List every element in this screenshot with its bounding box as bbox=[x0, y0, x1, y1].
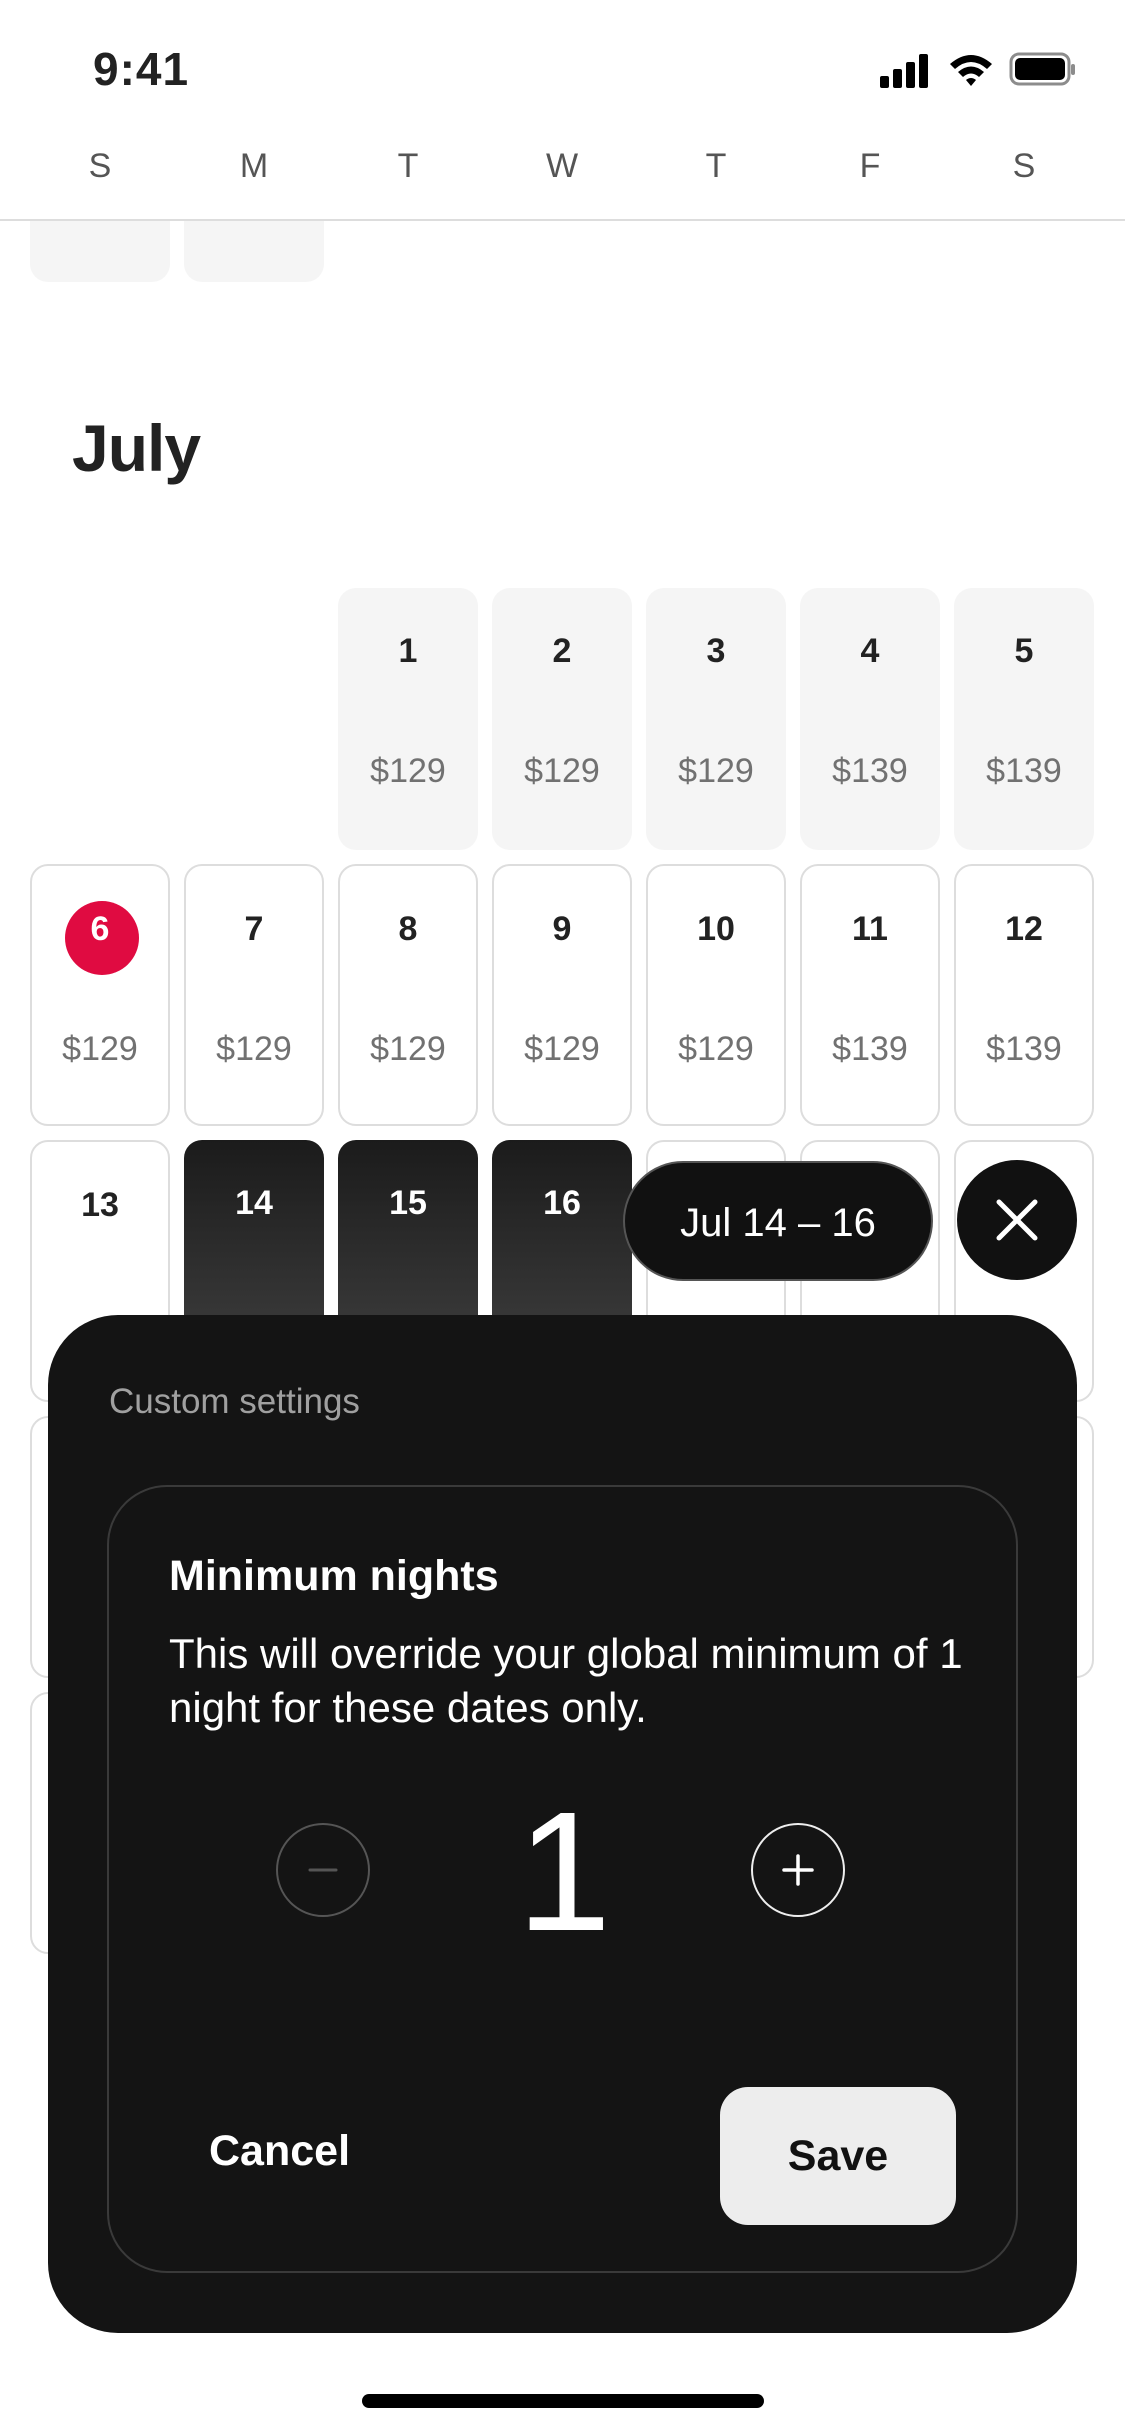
day-price: $129 bbox=[62, 1030, 138, 1068]
minimum-nights-card: Minimum nights This will override your g… bbox=[107, 1485, 1018, 2273]
day-number: 8 bbox=[398, 910, 418, 948]
cancel-button[interactable]: Cancel bbox=[209, 2127, 350, 2176]
weekday-label: T bbox=[705, 147, 727, 185]
calendar-day[interactable]: 7 $129 bbox=[184, 864, 324, 1126]
save-button[interactable]: Save bbox=[720, 2087, 956, 2225]
day-number: 14 bbox=[235, 1184, 273, 1222]
battery-icon bbox=[1009, 52, 1075, 86]
weekday-label: F bbox=[859, 147, 881, 185]
day-price: $139 bbox=[986, 1030, 1062, 1068]
calendar-day[interactable]: 4 $139 bbox=[800, 588, 940, 850]
weekday-label: T bbox=[397, 147, 419, 185]
day-price: $129 bbox=[370, 752, 446, 790]
wifi-icon bbox=[950, 55, 992, 86]
day-price: $129 bbox=[216, 1030, 292, 1068]
day-price: $129 bbox=[370, 1030, 446, 1068]
calendar-day[interactable]: 1 $129 bbox=[338, 588, 478, 850]
day-price: $129 bbox=[524, 1030, 600, 1068]
close-selection-button[interactable] bbox=[957, 1160, 1077, 1280]
sheet-title: Custom settings bbox=[109, 1382, 360, 1421]
day-number: 4 bbox=[860, 632, 880, 670]
day-number: 16 bbox=[543, 1184, 581, 1222]
day-price: $129 bbox=[678, 752, 754, 790]
signal-icon bbox=[880, 54, 928, 88]
calendar-day-today[interactable]: 6 $129 bbox=[30, 864, 170, 1126]
day-price: $139 bbox=[986, 752, 1062, 790]
calendar-day[interactable]: 2 $129 bbox=[492, 588, 632, 850]
custom-settings-sheet: Custom settings Minimum nights This will… bbox=[48, 1315, 1077, 2333]
increment-nights-button[interactable] bbox=[751, 1823, 845, 1917]
minimum-nights-value: 1 bbox=[516, 1777, 612, 1967]
day-number: 13 bbox=[81, 1186, 119, 1224]
day-price: $139 bbox=[832, 752, 908, 790]
calendar-day[interactable]: 3 $129 bbox=[646, 588, 786, 850]
minus-icon bbox=[308, 1868, 338, 1872]
selected-dates-pill[interactable]: Jul 14 – 16 bbox=[623, 1161, 933, 1281]
status-time: 9:41 bbox=[93, 43, 190, 95]
day-number: 3 bbox=[706, 632, 726, 670]
home-indicator[interactable] bbox=[362, 2394, 764, 2408]
minimum-nights-description: This will override your global minimum o… bbox=[169, 1630, 963, 1731]
status-icons bbox=[878, 50, 1078, 95]
day-number: 7 bbox=[244, 910, 264, 948]
calendar-day[interactable]: 5 $139 bbox=[954, 588, 1094, 850]
day-number: 10 bbox=[697, 910, 735, 948]
day-number: 9 bbox=[552, 910, 572, 948]
weekday-label: W bbox=[545, 147, 579, 185]
calendar-day[interactable]: 8 $129 bbox=[338, 864, 478, 1126]
plus-icon bbox=[782, 1854, 814, 1886]
day-price: $129 bbox=[524, 752, 600, 790]
weekday-header: S M T W T F S bbox=[0, 135, 1125, 221]
day-number: 5 bbox=[1014, 632, 1034, 670]
calendar-day[interactable]: 10 $129 bbox=[646, 864, 786, 1126]
calendar-day[interactable]: 11 $139 bbox=[800, 864, 940, 1126]
day-number: 6 bbox=[90, 910, 110, 948]
close-icon bbox=[996, 1199, 1038, 1241]
day-number: 11 bbox=[852, 910, 888, 948]
minimum-nights-title: Minimum nights bbox=[169, 1552, 499, 1600]
day-number: 12 bbox=[1005, 910, 1043, 948]
day-price: $129 bbox=[678, 1030, 754, 1068]
calendar-day[interactable]: 9 $129 bbox=[492, 864, 632, 1126]
weekday-label: M bbox=[239, 147, 269, 185]
day-price: $139 bbox=[832, 1030, 908, 1068]
day-number: 15 bbox=[389, 1184, 427, 1222]
day-number: 1 bbox=[398, 632, 418, 670]
decrement-nights-button[interactable] bbox=[276, 1823, 370, 1917]
month-title: July bbox=[72, 411, 201, 485]
weekday-label: S bbox=[88, 147, 112, 185]
calendar-day[interactable]: 12 $139 bbox=[954, 864, 1094, 1126]
weekday-label: S bbox=[1012, 147, 1036, 185]
status-bar: 9:41 bbox=[0, 0, 1125, 135]
day-number: 2 bbox=[552, 632, 572, 670]
